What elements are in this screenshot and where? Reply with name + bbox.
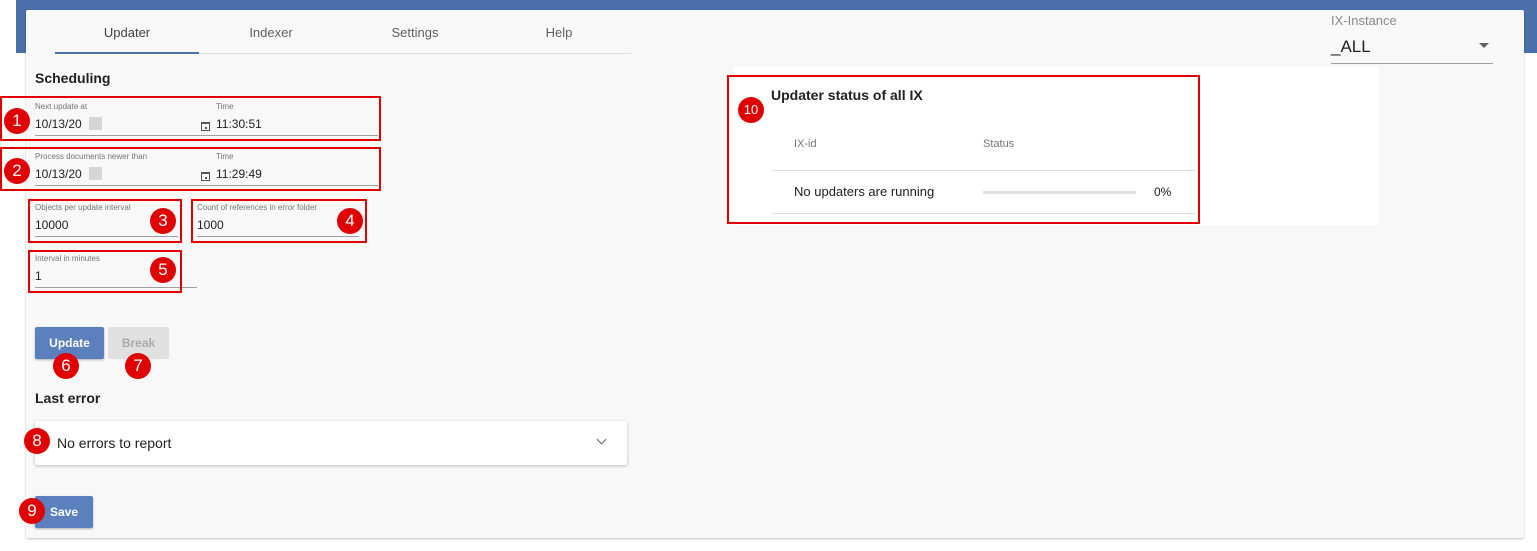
annotation-badge-3: 3 — [150, 208, 176, 234]
annotation-badge-8: 8 — [24, 428, 50, 454]
annotation-badge-9: 9 — [19, 498, 45, 524]
tab-indexer[interactable]: Indexer — [199, 16, 343, 53]
dropdown-arrow-icon — [1479, 43, 1489, 48]
chevron-down-icon[interactable] — [596, 434, 607, 445]
annotation-badge-5: 5 — [150, 257, 176, 283]
annotation-badge-7: 7 — [125, 353, 151, 379]
ix-instance-select[interactable]: _ALL — [1331, 33, 1493, 64]
last-error-panel[interactable]: No errors to report — [35, 421, 627, 465]
annotation-box-2 — [0, 147, 381, 191]
annotation-badge-10: 10 — [738, 97, 764, 123]
annotation-box-1 — [0, 96, 381, 141]
annotation-badge-2: 2 — [4, 158, 30, 184]
ix-instance-value: _ALL — [1331, 37, 1371, 56]
tab-help[interactable]: Help — [487, 16, 631, 53]
ix-instance-label: IX-Instance — [1331, 13, 1397, 28]
last-error-title: Last error — [35, 390, 101, 406]
tab-bar: Updater Indexer Settings Help — [55, 16, 631, 54]
tab-settings[interactable]: Settings — [343, 16, 487, 53]
annotation-box-10 — [727, 75, 1200, 224]
annotation-badge-1: 1 — [4, 108, 30, 134]
annotation-badge-6: 6 — [53, 353, 79, 379]
tab-updater[interactable]: Updater — [55, 16, 199, 54]
scheduling-title: Scheduling — [35, 70, 111, 86]
last-error-message: No errors to report — [57, 435, 172, 451]
annotation-badge-4: 4 — [337, 208, 363, 234]
